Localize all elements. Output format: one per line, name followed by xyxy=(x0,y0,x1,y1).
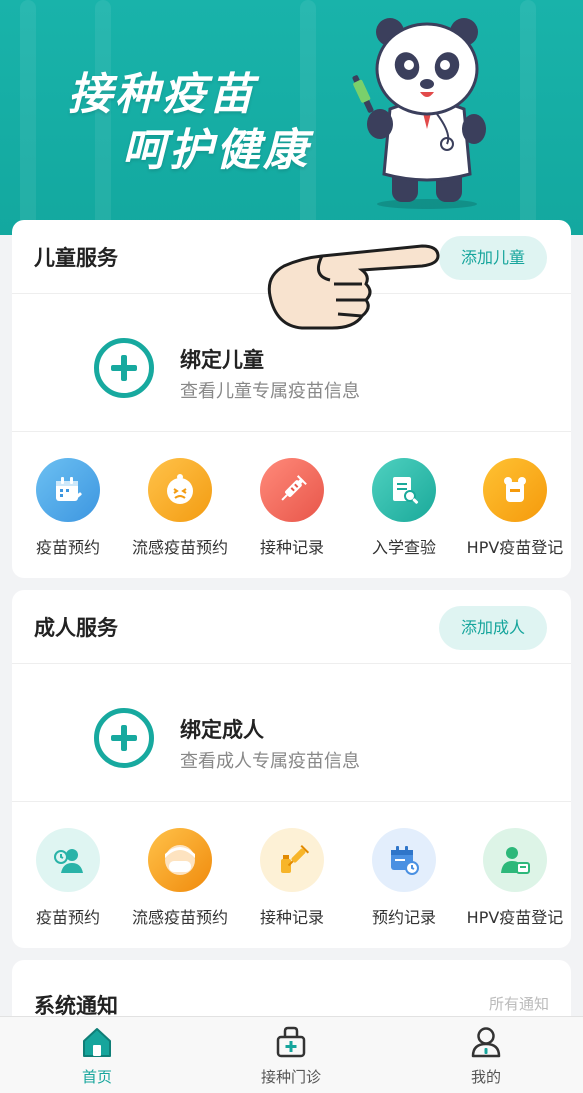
tab-clinic-label: 接种门诊 xyxy=(260,1068,321,1086)
syringe-icon xyxy=(260,458,324,522)
plus-circle-icon xyxy=(94,708,154,768)
child-service-grid: 疫苗预约 流感疫苗预约 接种记录 入学查验 HPV疫苗登记 xyxy=(12,432,571,577)
adult-grid-label: HPV疫苗登记 xyxy=(466,908,564,927)
tab-home-label: 首页 xyxy=(81,1068,112,1086)
tab-home[interactable]: 首页 xyxy=(37,1021,157,1087)
top-banner: 接种疫苗 呵护健康 xyxy=(0,0,583,235)
adult-grid-label: 预约记录 xyxy=(371,908,436,927)
child-grid-item-vaccine-appointment[interactable]: 疫苗预约 xyxy=(12,458,124,558)
clinic-icon xyxy=(276,1026,306,1058)
adult-grid-item-vaccine-appointment[interactable]: 疫苗预约 xyxy=(12,828,124,928)
add-child-button[interactable]: 添加儿童 xyxy=(438,236,547,280)
user-icon xyxy=(471,1027,501,1058)
adult-grid-label: 流感疫苗预约 xyxy=(131,908,228,927)
banner-slogan-line2: 呵护健康 xyxy=(122,125,310,176)
all-notices-link[interactable]: 所有通知 xyxy=(489,993,549,1014)
sick-child-icon xyxy=(148,458,212,522)
child-grid-item-hpv-register[interactable]: HPV疫苗登记 xyxy=(459,458,571,558)
document-search-icon xyxy=(372,458,436,522)
adult-service-card: 成人服务 添加成人 绑定成人 查看成人专属疫苗信息 疫苗预约 流感疫苗预约 接种… xyxy=(12,590,571,948)
person-appointment-icon xyxy=(36,828,100,892)
child-grid-label: 入学查验 xyxy=(371,538,436,557)
masked-person-icon xyxy=(148,828,212,892)
hpv-register-icon xyxy=(483,458,547,522)
child-grid-item-school-check[interactable]: 入学查验 xyxy=(348,458,460,558)
vaccine-bottle-icon xyxy=(260,828,324,892)
bind-child-subtitle: 查看儿童专属疫苗信息 xyxy=(180,381,360,402)
child-grid-item-vaccination-record[interactable]: 接种记录 xyxy=(236,458,348,558)
adult-grid-item-appointment-record[interactable]: 预约记录 xyxy=(348,828,460,928)
child-grid-label: 疫苗预约 xyxy=(35,538,100,557)
child-grid-item-flu-appointment[interactable]: 流感疫苗预约 xyxy=(124,458,236,558)
add-adult-button[interactable]: 添加成人 xyxy=(438,606,547,650)
bottom-tab-bar: 首页 接种门诊 我的 xyxy=(0,1016,583,1093)
bind-adult-subtitle: 查看成人专属疫苗信息 xyxy=(180,751,360,772)
adult-service-title: 成人服务 xyxy=(34,616,118,640)
tab-mine-label: 我的 xyxy=(470,1068,501,1086)
adult-grid-label: 接种记录 xyxy=(259,908,324,927)
adult-grid-item-flu-appointment[interactable]: 流感疫苗预约 xyxy=(124,828,236,928)
banner-slogan-line1: 接种疫苗 xyxy=(68,69,256,120)
child-grid-label: 流感疫苗预约 xyxy=(131,538,228,557)
bind-child-title: 绑定儿童 xyxy=(180,348,264,372)
bind-adult-title: 绑定成人 xyxy=(180,718,264,742)
tab-clinic[interactable]: 接种门诊 xyxy=(231,1021,351,1087)
adult-grid-label: 疫苗预约 xyxy=(35,908,100,927)
home-icon xyxy=(83,1028,111,1057)
adult-grid-item-vaccination-record[interactable]: 接种记录 xyxy=(236,828,348,928)
child-grid-label: 接种记录 xyxy=(259,538,324,557)
adult-service-grid: 疫苗预约 流感疫苗预约 接种记录 预约记录 HPV疫苗登记 xyxy=(12,802,571,947)
adult-service-header: 成人服务 添加成人 xyxy=(12,590,571,664)
doctor-card-icon xyxy=(483,828,547,892)
calendar-clock-icon xyxy=(372,828,436,892)
calendar-syringe-icon xyxy=(36,458,100,522)
child-service-title: 儿童服务 xyxy=(34,246,118,270)
tab-mine[interactable]: 我的 xyxy=(426,1021,546,1087)
bind-adult-row[interactable]: 绑定成人 查看成人专属疫苗信息 xyxy=(12,664,571,802)
adult-grid-item-hpv-register[interactable]: HPV疫苗登记 xyxy=(459,828,571,928)
panda-doctor-mascot xyxy=(352,18,486,209)
child-grid-label: HPV疫苗登记 xyxy=(466,538,564,557)
plus-circle-icon xyxy=(94,338,154,398)
pointing-hand-icon xyxy=(267,244,440,330)
